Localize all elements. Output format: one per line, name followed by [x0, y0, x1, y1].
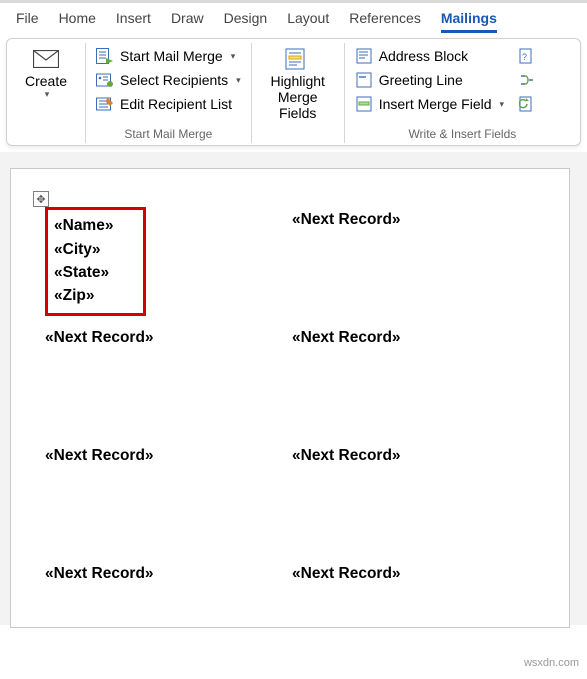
tab-layout[interactable]: Layout: [277, 5, 339, 32]
next-record-field: «Next Record»: [292, 211, 401, 228]
group-highlight-label: [258, 125, 338, 143]
tab-draw[interactable]: Draw: [161, 5, 214, 32]
chevron-down-icon: ▾: [45, 89, 50, 99]
label-cell-2[interactable]: «Next Record»: [292, 207, 539, 325]
ribbon: Create ▾ Start Mail Merge ▾: [6, 38, 581, 146]
insert-merge-field-icon: [355, 95, 373, 113]
select-recipients-label: Select Recipients: [120, 72, 228, 88]
greeting-line-button[interactable]: Greeting Line: [351, 69, 508, 91]
address-block-button[interactable]: Address Block: [351, 45, 508, 67]
match-fields-icon: [518, 71, 536, 89]
tab-home[interactable]: Home: [49, 5, 106, 32]
svg-text:?: ?: [522, 52, 527, 62]
edit-recipient-list-button[interactable]: Edit Recipient List: [92, 93, 245, 115]
edit-recipient-list-label: Edit Recipient List: [120, 96, 232, 112]
label-cell-4[interactable]: «Next Record»: [292, 325, 539, 443]
next-record-field: «Next Record»: [45, 447, 154, 464]
highlighted-fields-box: «Name» «City» «State» «Zip»: [45, 207, 146, 316]
next-record-field: «Next Record»: [292, 565, 401, 582]
next-record-field: «Next Record»: [292, 447, 401, 464]
match-fields-button[interactable]: [514, 69, 540, 91]
next-record-field: «Next Record»: [292, 329, 401, 346]
chevron-down-icon: ▾: [236, 75, 241, 86]
document-page[interactable]: ✥ «Name» «City» «State» «Zip» «Next Reco…: [10, 168, 570, 628]
merge-field-state: «State»: [54, 261, 113, 284]
tab-references[interactable]: References: [339, 5, 431, 32]
select-recipients-button[interactable]: Select Recipients ▾: [92, 69, 245, 91]
chevron-down-icon: ▾: [500, 99, 505, 110]
rules-button[interactable]: ?: [514, 45, 540, 67]
greeting-line-icon: [355, 71, 373, 89]
highlight-label-1: Highlight: [270, 73, 324, 89]
group-start-mail-merge: Start Mail Merge ▾ Select Recipients ▾: [86, 43, 252, 143]
insert-merge-field-button[interactable]: Insert Merge Field ▾: [351, 93, 508, 115]
tab-design[interactable]: Design: [214, 5, 278, 32]
group-write-insert-label: Write & Insert Fields: [351, 125, 574, 143]
next-record-field: «Next Record»: [45, 329, 154, 346]
tab-mailings[interactable]: Mailings: [431, 5, 507, 32]
label-cell-8[interactable]: «Next Record»: [292, 561, 539, 679]
highlight-icon: [284, 47, 312, 71]
next-record-field: «Next Record»: [45, 565, 154, 582]
address-block-icon: [355, 47, 373, 65]
update-labels-icon: [518, 95, 536, 113]
tab-insert[interactable]: Insert: [106, 5, 161, 32]
edit-list-icon: [96, 95, 114, 113]
group-start-merge-label: Start Mail Merge: [92, 125, 245, 143]
group-write-insert: Address Block Greeting Line Insert Merge…: [345, 43, 580, 143]
group-create: Create ▾: [7, 43, 86, 143]
envelope-icon: [32, 47, 60, 71]
recipients-icon: [96, 71, 114, 89]
rules-icon: ?: [518, 47, 536, 65]
group-create-label: [13, 125, 79, 143]
labels-grid: «Name» «City» «State» «Zip» «Next Record…: [11, 199, 569, 679]
start-mail-merge-button[interactable]: Start Mail Merge ▾: [92, 45, 245, 67]
mail-merge-icon: [96, 47, 114, 65]
update-labels-button[interactable]: [514, 93, 540, 115]
insert-merge-field-label: Insert Merge Field: [379, 96, 492, 112]
label-cell-6[interactable]: «Next Record»: [292, 443, 539, 561]
merge-field-zip: «Zip»: [54, 284, 113, 307]
group-highlight: Highlight Merge Fields: [252, 43, 345, 143]
chevron-down-icon: ▾: [231, 51, 236, 62]
merge-field-city: «City»: [54, 238, 113, 261]
label-cell-1[interactable]: «Name» «City» «State» «Zip»: [45, 207, 292, 325]
merge-field-name: «Name»: [54, 214, 113, 237]
create-button[interactable]: Create ▾: [13, 43, 79, 103]
menu-tabs: File Home Insert Draw Design Layout Refe…: [0, 0, 587, 32]
document-area: ✥ «Name» «City» «State» «Zip» «Next Reco…: [0, 152, 587, 625]
highlight-merge-fields-button[interactable]: Highlight Merge Fields: [258, 43, 338, 125]
table-move-handle[interactable]: ✥: [33, 191, 49, 207]
address-block-label: Address Block: [379, 48, 468, 64]
greeting-line-label: Greeting Line: [379, 72, 463, 88]
create-label: Create: [25, 73, 67, 89]
watermark: wsxdn.com: [524, 657, 579, 669]
start-mail-merge-label: Start Mail Merge: [120, 48, 223, 64]
label-cell-5[interactable]: «Next Record»: [45, 443, 292, 561]
label-cell-7[interactable]: «Next Record»: [45, 561, 292, 679]
label-cell-3[interactable]: «Next Record»: [45, 325, 292, 443]
tab-file[interactable]: File: [6, 5, 49, 32]
highlight-label-2: Merge Fields: [260, 89, 336, 121]
ribbon-container: Create ▾ Start Mail Merge ▾: [0, 32, 587, 152]
